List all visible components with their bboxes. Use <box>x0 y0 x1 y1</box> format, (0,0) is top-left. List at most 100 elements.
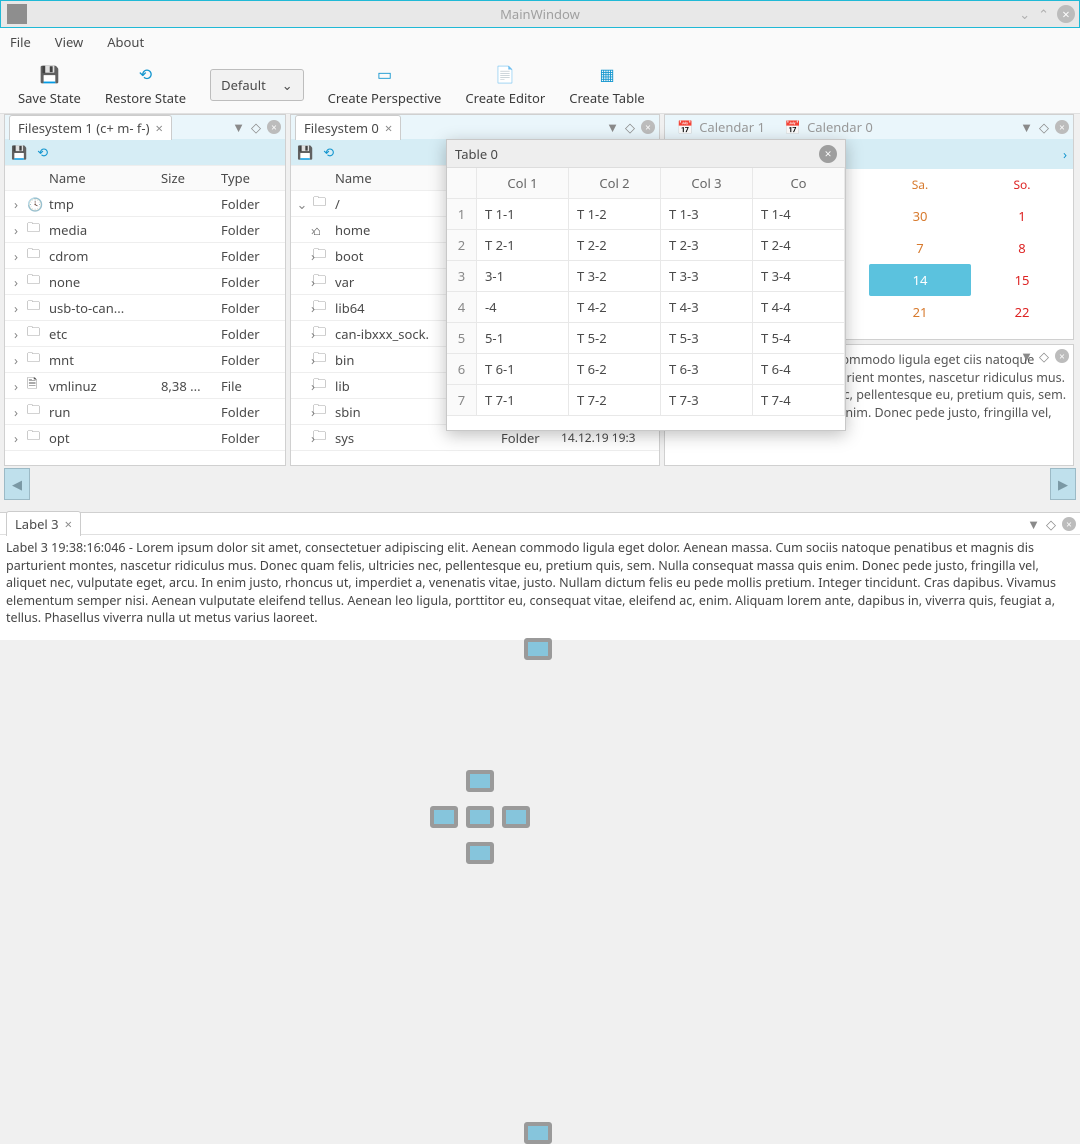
table-cell[interactable]: T 5-2 <box>569 323 661 354</box>
row-number[interactable]: 3 <box>447 261 477 292</box>
floating-table-0[interactable]: Table 0 × Col 1Col 2Col 3Co1T 1-1T 1-2T … <box>446 139 846 431</box>
menu-about[interactable]: About <box>107 33 144 51</box>
dock-menu-icon[interactable]: ▼ <box>606 118 619 136</box>
list-item[interactable]: ›🗀cdromFolder <box>5 243 285 269</box>
table-cell[interactable]: T 4-2 <box>569 292 661 323</box>
list-header: Name Size Type <box>5 165 285 191</box>
table-cell[interactable]: T 2-4 <box>753 230 845 261</box>
table-cell[interactable]: T 5-3 <box>661 323 753 354</box>
row-number[interactable]: 7 <box>447 385 477 416</box>
create-editor-button[interactable]: 📄 Create Editor <box>465 63 545 107</box>
close-icon[interactable]: × <box>385 119 392 137</box>
row-number[interactable]: 6 <box>447 354 477 385</box>
dock-close-icon[interactable]: × <box>267 120 281 134</box>
table-cell[interactable]: T 1-1 <box>477 199 569 230</box>
list-item[interactable]: ›🗀usb-to-can...Folder <box>5 295 285 321</box>
save-state-button[interactable]: 💾 Save State <box>18 63 81 107</box>
dock-menu-icon[interactable]: ▼ <box>232 118 245 136</box>
close-icon[interactable]: × <box>65 515 72 533</box>
calendar-day[interactable]: 15 <box>971 264 1073 296</box>
tab-calendar-0[interactable]: 📅 Calendar 0 <box>777 115 881 139</box>
undock-icon[interactable]: ◇ <box>1039 118 1049 136</box>
tab-label-3[interactable]: Label 3 × <box>6 511 81 536</box>
table-cell[interactable]: T 6-2 <box>569 354 661 385</box>
close-icon[interactable]: × <box>819 145 837 163</box>
table-cell[interactable]: -4 <box>477 292 569 323</box>
edge-handle-right[interactable]: ▶ <box>1050 468 1076 500</box>
table-cell[interactable]: T 1-4 <box>753 199 845 230</box>
table-cell[interactable]: T 7-2 <box>569 385 661 416</box>
calendar-day[interactable]: 30 <box>869 200 971 232</box>
calendar-day[interactable]: 21 <box>869 296 971 328</box>
table-cell[interactable]: T 6-4 <box>753 354 845 385</box>
tab-calendar-1[interactable]: 📅 Calendar 1 <box>669 115 773 139</box>
calendar-day[interactable]: 1 <box>971 200 1073 232</box>
undock-icon[interactable]: ◇ <box>625 118 635 136</box>
dock-menu-icon[interactable]: ▼ <box>1020 118 1033 136</box>
minimize-icon[interactable]: ⌄ <box>1019 5 1030 23</box>
list-item[interactable]: ›🗀mediaFolder <box>5 217 285 243</box>
history-icon[interactable]: ⟲ <box>323 143 334 161</box>
dock-close-icon[interactable]: × <box>1062 517 1076 531</box>
list-item[interactable]: ›🗀etcFolder <box>5 321 285 347</box>
table-cell[interactable]: T 6-1 <box>477 354 569 385</box>
history-icon[interactable]: ⟲ <box>37 143 48 161</box>
list-item[interactable]: ›🗀runFolder <box>5 399 285 425</box>
row-number[interactable]: 1 <box>447 199 477 230</box>
calendar-day[interactable]: 14 <box>869 264 971 296</box>
table-cell[interactable]: T 7-4 <box>753 385 845 416</box>
table-cell[interactable]: T 2-3 <box>661 230 753 261</box>
list-item[interactable]: ›🕓tmpFolder <box>5 191 285 217</box>
dock-close-icon[interactable]: × <box>1055 349 1069 363</box>
dock-menu-icon[interactable]: ▼ <box>1027 515 1040 533</box>
list-item[interactable]: ›🗀noneFolder <box>5 269 285 295</box>
save-icon[interactable]: 💾 <box>11 143 27 161</box>
table-cell[interactable]: T 3-2 <box>569 261 661 292</box>
table-cell[interactable]: T 6-3 <box>661 354 753 385</box>
save-icon[interactable]: 💾 <box>297 143 313 161</box>
menu-file[interactable]: File <box>10 33 31 51</box>
calendar-day[interactable]: 7 <box>869 232 971 264</box>
close-window-icon[interactable]: × <box>1057 5 1075 23</box>
table-cell[interactable]: 3-1 <box>477 261 569 292</box>
maximize-icon[interactable]: ⌃ <box>1038 5 1049 23</box>
table-cell[interactable]: T 2-1 <box>477 230 569 261</box>
create-perspective-button[interactable]: ▭ Create Perspective <box>328 63 442 107</box>
undock-icon[interactable]: ◇ <box>1046 515 1056 533</box>
tab-filesystem-0[interactable]: Filesystem 0 × <box>295 115 401 140</box>
dock-close-icon[interactable]: × <box>641 120 655 134</box>
dock-menu-icon[interactable]: ▼ <box>1020 347 1033 365</box>
tab-filesystem-1[interactable]: Filesystem 1 (c+ m- f-) × <box>9 115 172 140</box>
edge-handle-left[interactable]: ◀ <box>4 468 30 500</box>
undock-icon[interactable]: ◇ <box>1039 347 1049 365</box>
table-cell[interactable]: 5-1 <box>477 323 569 354</box>
table-cell[interactable]: T 7-3 <box>661 385 753 416</box>
table-icon: ▦ <box>599 63 614 85</box>
calendar-day[interactable]: 8 <box>971 232 1073 264</box>
list-item[interactable]: ›🗎vmlinuz8,38 ...File <box>5 373 285 399</box>
restore-state-button[interactable]: ⟲ Restore State <box>105 63 186 107</box>
list-item[interactable]: ›🗀optFolder <box>5 425 285 451</box>
row-number[interactable]: 4 <box>447 292 477 323</box>
table-cell[interactable]: T 1-2 <box>569 199 661 230</box>
create-table-button[interactable]: ▦ Create Table <box>569 63 645 107</box>
table-cell[interactable]: T 7-1 <box>477 385 569 416</box>
row-number[interactable]: 5 <box>447 323 477 354</box>
table-cell[interactable]: T 2-2 <box>569 230 661 261</box>
table-cell[interactable]: T 3-3 <box>661 261 753 292</box>
calendar-day[interactable]: 22 <box>971 296 1073 328</box>
table-cell[interactable]: T 4-4 <box>753 292 845 323</box>
table-cell[interactable]: T 1-3 <box>661 199 753 230</box>
undock-icon[interactable]: ◇ <box>251 118 261 136</box>
row-number[interactable]: 2 <box>447 230 477 261</box>
table-cell[interactable]: T 3-4 <box>753 261 845 292</box>
dock-close-icon[interactable]: × <box>1055 120 1069 134</box>
list-item[interactable]: ›🗀mntFolder <box>5 347 285 373</box>
table-cell[interactable]: T 5-4 <box>753 323 845 354</box>
table-cell[interactable]: T 4-3 <box>661 292 753 323</box>
menu-view[interactable]: View <box>55 33 83 51</box>
toolbar: 💾 Save State ⟲ Restore State Default ⌄ ▭… <box>0 56 1080 114</box>
close-icon[interactable]: × <box>155 119 162 137</box>
cal-next-icon[interactable]: › <box>1063 145 1067 163</box>
perspective-combo[interactable]: Default ⌄ <box>210 69 304 101</box>
